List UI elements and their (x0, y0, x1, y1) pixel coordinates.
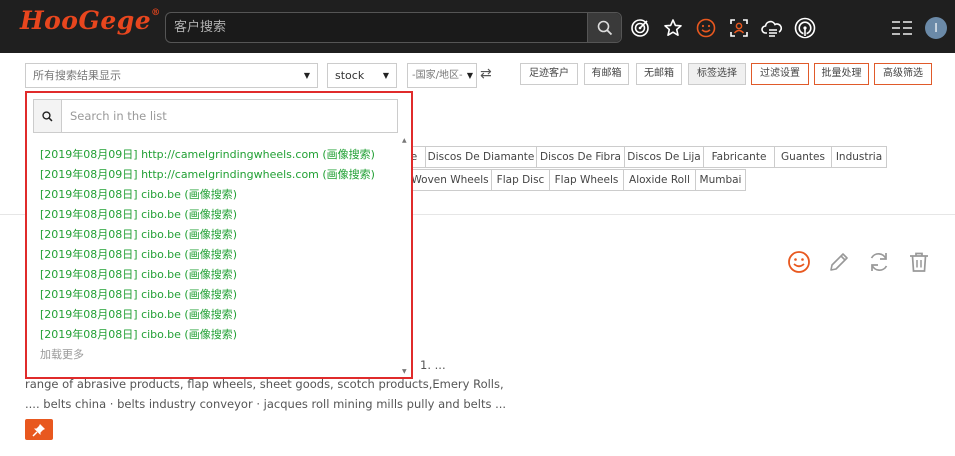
search-button[interactable] (587, 13, 621, 42)
stock-select-value: stock (335, 69, 365, 82)
caret-down-icon: ▼ (303, 71, 310, 80)
face-scan-icon[interactable] (728, 17, 750, 39)
pin-button[interactable] (25, 419, 53, 440)
keyword-tag[interactable]: Fabricante (703, 146, 775, 168)
search-icon (34, 100, 62, 132)
refresh-icon[interactable] (867, 250, 891, 274)
tag-select-button[interactable]: 标签选择 (688, 63, 746, 85)
search-history-item[interactable]: [2019年08月09日] http://camelgrindingwheels… (40, 165, 375, 185)
star-icon[interactable] (662, 17, 684, 39)
advanced-filter-button[interactable]: 高级筛选 (874, 63, 932, 85)
search-history-item[interactable]: [2019年08月08日] cibo.be (画像搜索) (40, 265, 375, 285)
keyword-tag[interactable]: Flap Wheels (549, 169, 624, 191)
search-history-item[interactable]: [2019年08月08日] cibo.be (画像搜索) (40, 305, 375, 325)
has-mail-button[interactable]: 有邮箱 (584, 63, 629, 85)
keyword-tag[interactable]: Woven Wheels (408, 169, 492, 191)
smiley-icon[interactable] (787, 250, 811, 274)
dropdown-search-input[interactable] (70, 100, 390, 132)
keyword-tag[interactable]: Mumbai (695, 169, 746, 191)
search-history-dropdown: [2019年08月09日] http://camelgrindingwheels… (25, 91, 413, 379)
result-desc-fragment: 1. ... (420, 358, 446, 372)
scroll-down-icon[interactable]: ▼ (402, 368, 407, 375)
keyword-tag[interactable]: Discos De Lija (624, 146, 704, 168)
top-navbar: HooGege® I (0, 0, 955, 53)
result-desc-line2: .... belts china · belts industry convey… (25, 397, 507, 411)
logo[interactable]: HooGege® (20, 6, 161, 35)
menu-grid-icon[interactable] (891, 17, 913, 39)
edit-icon[interactable] (827, 250, 851, 274)
country-select-value: -国家/地区- (412, 70, 463, 81)
filter-settings-button[interactable]: 过滤设置 (751, 63, 809, 85)
keyword-tag[interactable]: Discos De Diamante (425, 146, 537, 168)
search-history-list: [2019年08月09日] http://camelgrindingwheels… (40, 145, 375, 365)
search-history-item[interactable]: [2019年08月08日] cibo.be (画像搜索) (40, 225, 375, 245)
load-more-link[interactable]: 加载更多 (40, 345, 375, 365)
stock-select[interactable]: stock ▼ (327, 63, 397, 88)
search-history-item[interactable]: [2019年08月08日] cibo.be (画像搜索) (40, 285, 375, 305)
user-avatar[interactable]: I (925, 17, 947, 39)
customer-search-input[interactable] (174, 13, 584, 42)
trash-icon[interactable] (907, 250, 931, 274)
signal-icon[interactable] (794, 17, 816, 39)
search-icon (597, 20, 612, 35)
search-history-item[interactable]: [2019年08月08日] cibo.be (画像搜索) (40, 185, 375, 205)
pin-icon (32, 423, 45, 437)
customer-search-box (165, 12, 622, 43)
no-mail-button[interactable]: 无邮箱 (636, 63, 682, 85)
results-display-select[interactable]: 所有搜索结果显示 ▼ (25, 63, 318, 88)
result-desc-line1: range of abrasive products, flap wheels,… (25, 377, 504, 391)
footprint-customers-button[interactable]: 足迹客户 (520, 63, 578, 85)
search-history-item[interactable]: [2019年08月08日] cibo.be (画像搜索) (40, 325, 375, 345)
keyword-tag[interactable]: Aloxide Roll (623, 169, 696, 191)
dropdown-search-box (33, 99, 398, 133)
target-icon[interactable] (629, 17, 651, 39)
scroll-up-icon[interactable]: ▲ (402, 137, 407, 144)
batch-process-button[interactable]: 批量处理 (814, 63, 869, 85)
caret-down-icon: ▼ (466, 71, 473, 80)
country-select[interactable]: -国家/地区- ▼ (407, 63, 477, 88)
keyword-tag[interactable]: Guantes (774, 146, 832, 168)
dropdown-scrollbar[interactable]: ▲ ▼ (402, 137, 410, 375)
smiley-icon[interactable] (695, 17, 717, 39)
keyword-tag[interactable]: Discos De Fibra (536, 146, 625, 168)
search-history-item[interactable]: [2019年08月09日] http://camelgrindingwheels… (40, 145, 375, 165)
keyword-tag[interactable]: Industria (831, 146, 887, 168)
swap-icon[interactable]: ⇄ (480, 66, 492, 82)
caret-down-icon: ▼ (382, 71, 389, 80)
keyword-tag[interactable]: Flap Disc (491, 169, 550, 191)
results-display-value: 所有搜索结果显示 (33, 69, 121, 82)
search-history-item[interactable]: [2019年08月08日] cibo.be (画像搜索) (40, 245, 375, 265)
search-history-item[interactable]: [2019年08月08日] cibo.be (画像搜索) (40, 205, 375, 225)
cloud-icon[interactable] (761, 17, 783, 39)
